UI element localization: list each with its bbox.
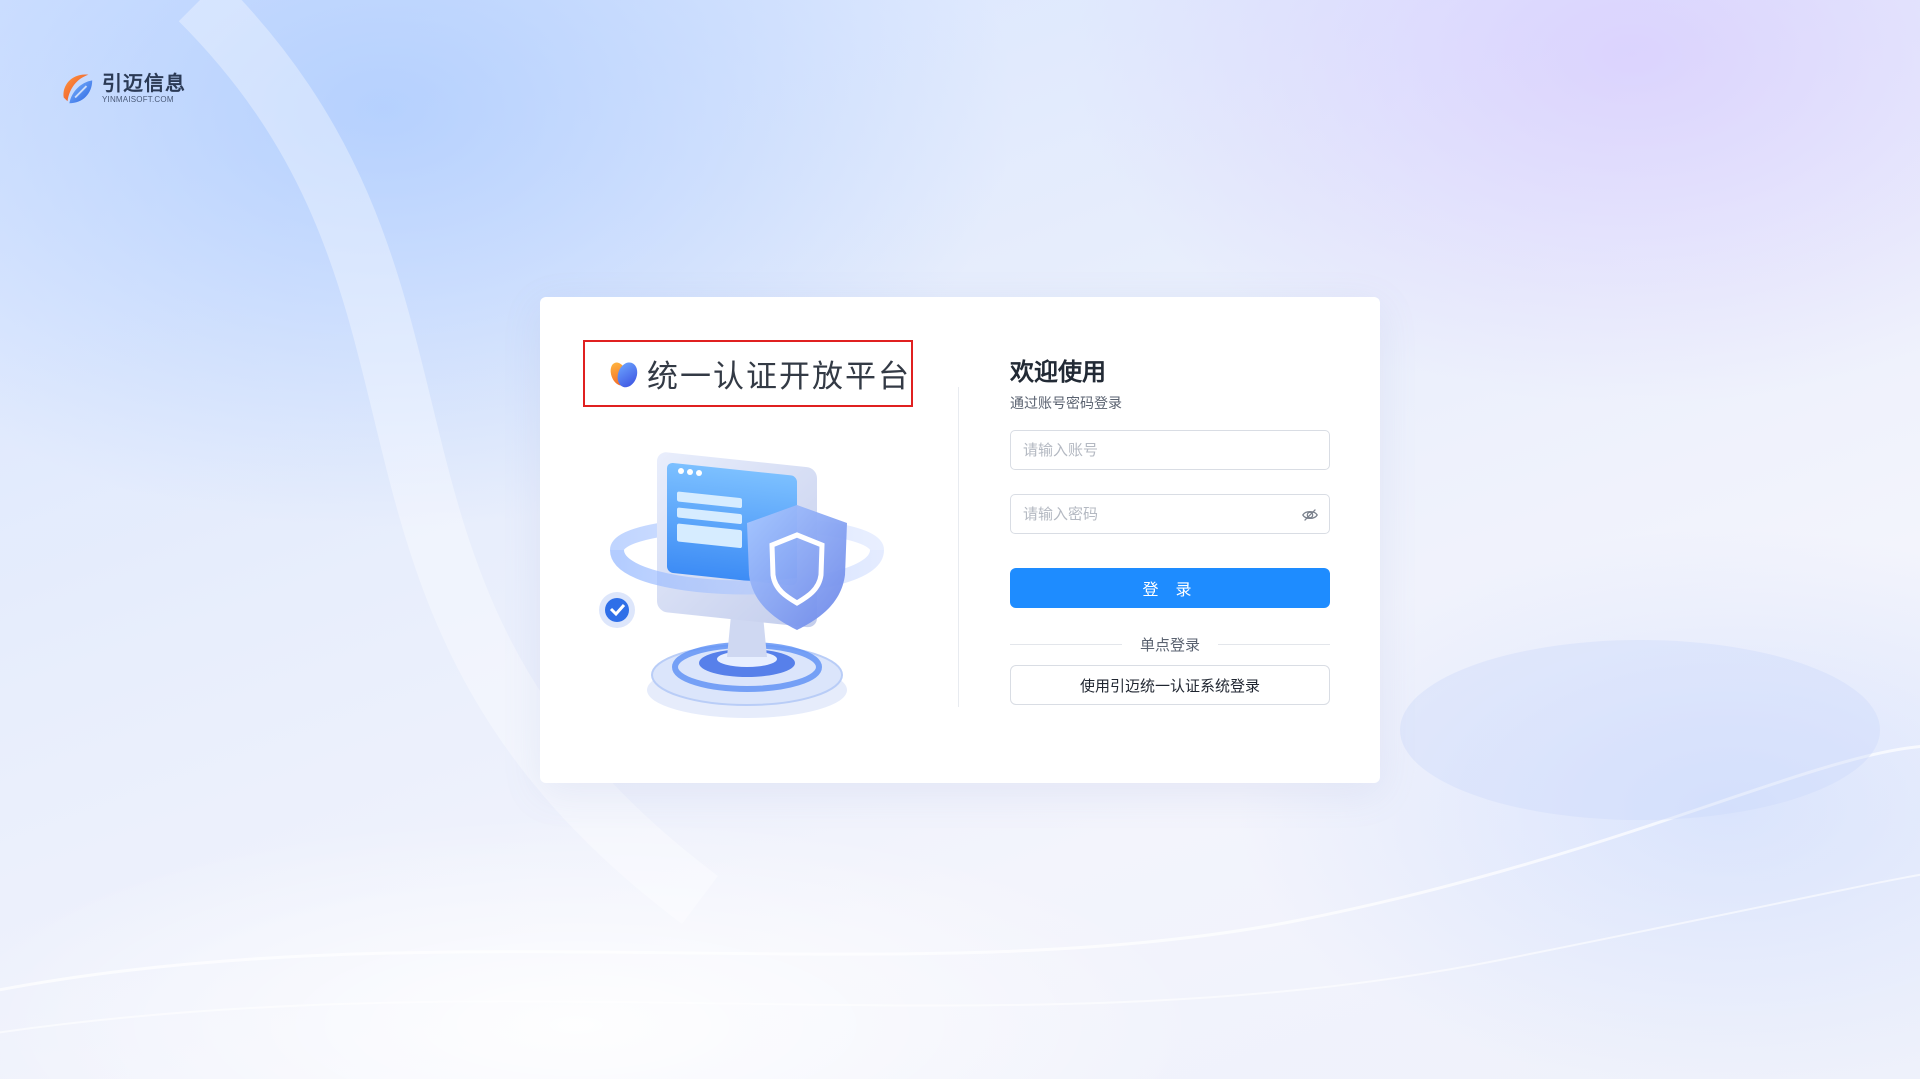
brand-domain: YINMAISOFT.COM [102,94,174,104]
security-illustration [599,452,884,718]
password-field [1010,494,1330,534]
brand-logo-icon [63,74,93,104]
username-field [1010,430,1330,470]
login-card: 统一认证开放平台 欢迎使用 通过账号密码登录 请输入账号 登 录 单点登录 使用… [540,297,1380,783]
login-form: 欢迎使用 通过账号密码登录 登 录 单点登录 使用引迈统一认证系统登录 [1010,357,1331,705]
password-input[interactable] [1011,495,1329,533]
sso-divider-line-right [1218,644,1331,645]
vertical-divider [958,387,959,707]
platform-title-box: 统一认证开放平台 [583,340,913,407]
username-input[interactable] [1011,431,1329,469]
platform-title: 统一认证开放平台 [647,359,911,395]
sso-login-button[interactable]: 使用引迈统一认证系统登录 [1010,665,1330,705]
brand-name: 引迈信息 [102,70,186,95]
sso-divider-label: 单点登录 [1140,636,1201,654]
platform-logo-icon [610,361,638,387]
eye-off-icon[interactable] [1301,506,1319,524]
platform-pane: 统一认证开放平台 [583,340,943,740]
brand-header: 引迈信息 YINMAISOFT.COM [58,68,186,108]
sso-divider: 单点登录 [1010,634,1331,655]
welcome-heading: 欢迎使用 [1010,358,1106,386]
sso-divider-line-left [1010,644,1122,645]
login-subtitle: 通过账号密码登录 [1010,396,1122,412]
login-button[interactable]: 登 录 [1010,568,1330,608]
